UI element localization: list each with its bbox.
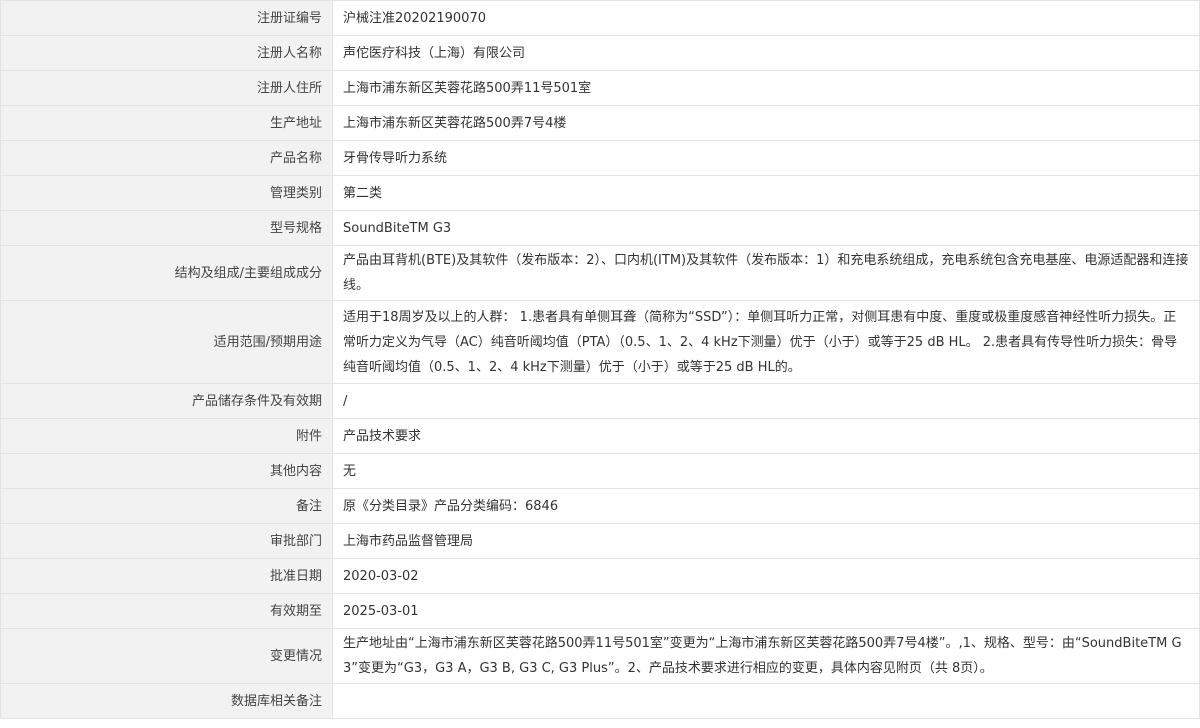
field-value: 适用于18周岁及以上的人群： 1.患者具有单侧耳聋（简称为“SSD”）：单侧耳听…: [332, 300, 1200, 384]
field-label: 型号规格: [0, 210, 333, 246]
field-label: 适用范围/预期用途: [0, 300, 333, 384]
field-value: 2020-03-02: [332, 558, 1200, 594]
row-production-address: 生产地址 上海市浦东新区芙蓉花路500弄7号4楼: [0, 105, 1200, 141]
field-value: 牙骨传导听力系统: [332, 140, 1200, 176]
row-storage-validity: 产品储存条件及有效期 /: [0, 383, 1200, 419]
field-value: 声佗医疗科技（上海）有限公司: [332, 35, 1200, 71]
field-value: 无: [332, 453, 1200, 489]
field-label: 注册证编号: [0, 0, 333, 36]
row-intended-use: 适用范围/预期用途 适用于18周岁及以上的人群： 1.患者具有单侧耳聋（简称为“…: [0, 300, 1200, 384]
field-value: 沪械注准20202190070: [332, 0, 1200, 36]
field-label: 变更情况: [0, 628, 333, 684]
field-label: 附件: [0, 418, 333, 454]
field-label: 注册人住所: [0, 70, 333, 106]
field-label: 有效期至: [0, 593, 333, 629]
row-registration-number: 注册证编号 沪械注准20202190070: [0, 0, 1200, 36]
field-label: 其他内容: [0, 453, 333, 489]
row-change-history: 变更情况 生产地址由“上海市浦东新区芙蓉花路500弄11号501室”变更为“上海…: [0, 628, 1200, 684]
field-value: SoundBiteTM G3: [332, 210, 1200, 246]
field-value: 2025-03-01: [332, 593, 1200, 629]
row-valid-until: 有效期至 2025-03-01: [0, 593, 1200, 629]
field-value: 第二类: [332, 175, 1200, 211]
field-label: 生产地址: [0, 105, 333, 141]
field-value: 上海市药品监督管理局: [332, 523, 1200, 559]
row-approval-department: 审批部门 上海市药品监督管理局: [0, 523, 1200, 559]
row-remarks: 备注 原《分类目录》产品分类编码：6846: [0, 488, 1200, 524]
field-value: [332, 683, 1200, 719]
row-database-remarks: 数据库相关备注: [0, 683, 1200, 719]
field-value: 生产地址由“上海市浦东新区芙蓉花路500弄11号501室”变更为“上海市浦东新区…: [332, 628, 1200, 684]
row-other-content: 其他内容 无: [0, 453, 1200, 489]
field-value: 产品技术要求: [332, 418, 1200, 454]
field-label: 产品储存条件及有效期: [0, 383, 333, 419]
field-label: 审批部门: [0, 523, 333, 559]
registration-info-table: 注册证编号 沪械注准20202190070 注册人名称 声佗医疗科技（上海）有限…: [0, 0, 1200, 719]
field-label: 结构及组成/主要组成成分: [0, 245, 333, 301]
row-attachment: 附件 产品技术要求: [0, 418, 1200, 454]
field-label: 批准日期: [0, 558, 333, 594]
field-label: 注册人名称: [0, 35, 333, 71]
field-value: 上海市浦东新区芙蓉花路500弄11号501室: [332, 70, 1200, 106]
field-value: 上海市浦东新区芙蓉花路500弄7号4楼: [332, 105, 1200, 141]
row-management-category: 管理类别 第二类: [0, 175, 1200, 211]
field-value: /: [332, 383, 1200, 419]
field-label: 管理类别: [0, 175, 333, 211]
row-registrant-address: 注册人住所 上海市浦东新区芙蓉花路500弄11号501室: [0, 70, 1200, 106]
row-product-name: 产品名称 牙骨传导听力系统: [0, 140, 1200, 176]
field-value: 产品由耳背机(BTE)及其软件（发布版本：2）、口内机(ITM)及其软件（发布版…: [332, 245, 1200, 301]
row-model-specification: 型号规格 SoundBiteTM G3: [0, 210, 1200, 246]
field-label: 产品名称: [0, 140, 333, 176]
field-label: 备注: [0, 488, 333, 524]
field-label: 数据库相关备注: [0, 683, 333, 719]
row-registrant-name: 注册人名称 声佗医疗科技（上海）有限公司: [0, 35, 1200, 71]
row-approval-date: 批准日期 2020-03-02: [0, 558, 1200, 594]
field-value: 原《分类目录》产品分类编码：6846: [332, 488, 1200, 524]
row-structure-composition: 结构及组成/主要组成成分 产品由耳背机(BTE)及其软件（发布版本：2）、口内机…: [0, 245, 1200, 301]
